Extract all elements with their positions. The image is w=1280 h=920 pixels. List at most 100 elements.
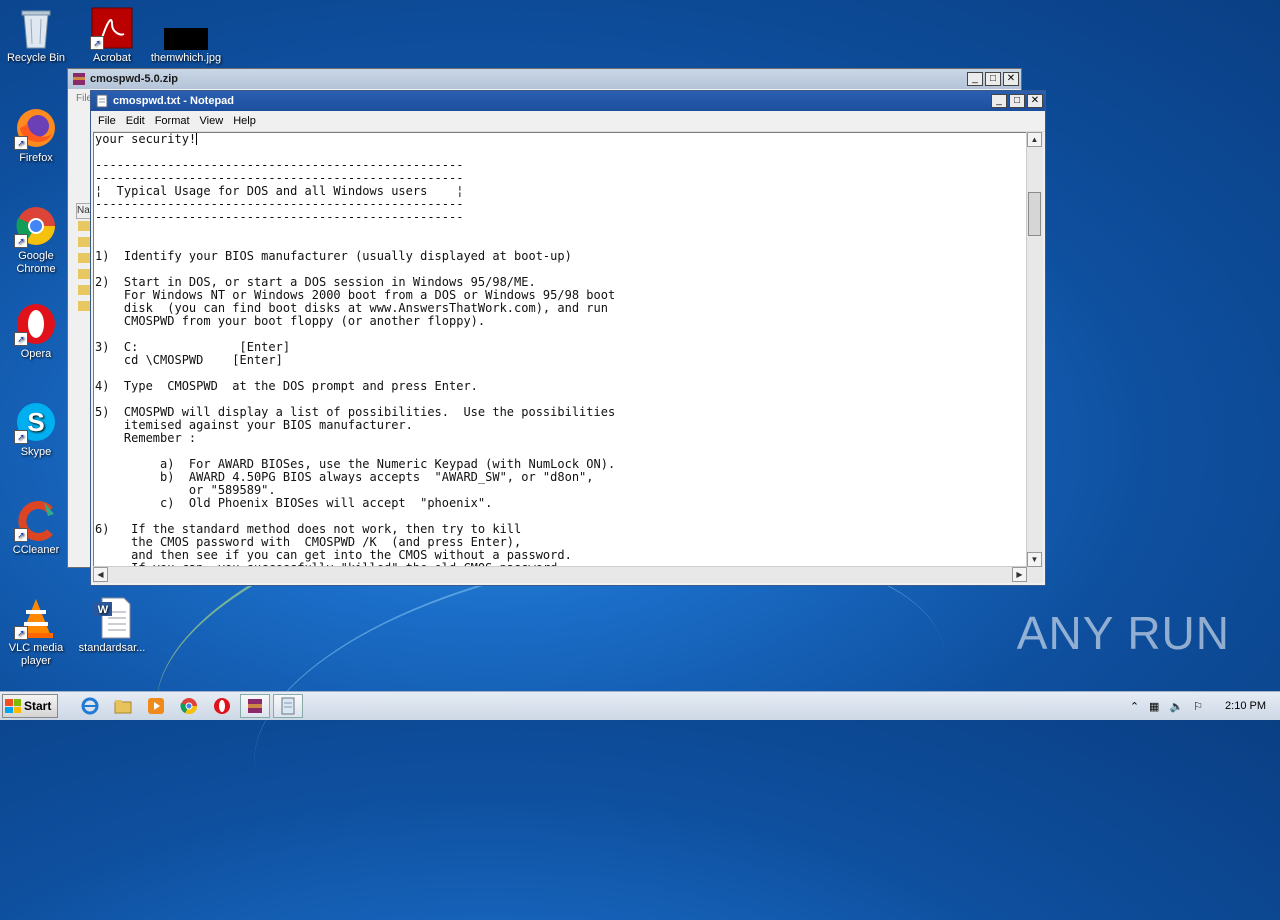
- taskbar-winrar[interactable]: [240, 694, 271, 718]
- text-line: disk (you can find boot disks at www.Ans…: [95, 301, 608, 315]
- desktop-icon-acrobat[interactable]: ➚ Acrobat: [76, 6, 148, 65]
- vertical-scroll-thumb[interactable]: [1028, 192, 1041, 236]
- text-line: c) Old Phoenix BIOSes will accept "phoen…: [95, 496, 493, 510]
- text-line: ----------------------------------------…: [95, 158, 464, 172]
- maximize-button[interactable]: □: [985, 72, 1001, 86]
- show-hidden-icons-icon[interactable]: ⌃: [1130, 700, 1139, 713]
- text-line: CMOSPWD from your boot floppy (or anothe…: [95, 314, 486, 328]
- taskbar-ie[interactable]: [75, 694, 105, 718]
- text-line: a) For AWARD BIOSes, use the Numeric Key…: [95, 457, 616, 471]
- word-document-icon: W: [90, 596, 134, 640]
- horizontal-scrollbar[interactable]: ◀ ▶: [93, 566, 1027, 583]
- volume-icon[interactable]: 🔈: [1169, 700, 1183, 713]
- windows-logo-icon: [5, 699, 21, 713]
- menu-edit[interactable]: Edit: [121, 115, 150, 127]
- desktop-icon-recycle-bin[interactable]: Recycle Bin: [0, 6, 72, 65]
- taskbar-chrome[interactable]: [174, 694, 204, 718]
- text-line: 5) CMOSPWD will display a list of possib…: [95, 405, 616, 419]
- text-line: ----------------------------------------…: [95, 210, 464, 224]
- maximize-button[interactable]: □: [1009, 94, 1025, 108]
- text-line: and then see if you can get into the CMO…: [95, 548, 572, 562]
- winrar-icon: [73, 73, 85, 85]
- shortcut-arrow-icon: ➚: [14, 528, 28, 542]
- text-line: For Windows NT or Windows 2000 boot from…: [95, 288, 616, 302]
- image-file-icon: [164, 6, 208, 52]
- desktop-icon-vlc[interactable]: ➚ VLC media player: [0, 596, 72, 668]
- vertical-scrollbar[interactable]: ▲ ▼: [1026, 132, 1043, 567]
- close-button[interactable]: ✕: [1003, 72, 1019, 86]
- taskbar-explorer[interactable]: [108, 694, 138, 718]
- desktop-icon-label: Opera: [20, 348, 52, 360]
- watermark-text: ANY RUN: [1016, 607, 1230, 659]
- desktop-icon-word-document[interactable]: W standardsar...: [76, 596, 148, 655]
- menu-help[interactable]: Help: [228, 115, 261, 127]
- opera-icon: ➚: [14, 302, 58, 346]
- svg-text:W: W: [98, 604, 109, 616]
- minimize-button[interactable]: _: [967, 72, 983, 86]
- system-tray: ⌃ ▦ 🔈 ⚐ 2:10 PM: [1130, 700, 1280, 713]
- zip-window-titlebar[interactable]: cmospwd-5.0.zip _ □ ✕: [68, 69, 1021, 89]
- network-icon[interactable]: ▦: [1149, 700, 1159, 713]
- chrome-icon: ➚: [14, 204, 58, 248]
- desktop-icon-label: Recycle Bin: [6, 52, 66, 64]
- text-line: the CMOS password with CMOSPWD /K (and p…: [95, 535, 522, 549]
- desktop-icon-opera[interactable]: ➚ Opera: [0, 302, 72, 361]
- acrobat-icon: ➚: [90, 6, 134, 50]
- text-line: itemised against your BIOS manufacturer.: [95, 418, 413, 432]
- taskbar-notepad[interactable]: [273, 694, 304, 718]
- zip-window-title: cmospwd-5.0.zip: [90, 73, 179, 85]
- notepad-window[interactable]: cmospwd.txt - Notepad _ □ ✕ File Edit Fo…: [90, 90, 1046, 586]
- scroll-right-button[interactable]: ▶: [1012, 567, 1027, 582]
- explorer-icon: [114, 700, 132, 714]
- text-line: ¦ Typical Usage for DOS and all Windows …: [95, 184, 464, 198]
- desktop-icon-label: themwhich.jpg: [150, 52, 222, 64]
- text-line: your security!: [95, 132, 197, 146]
- notepad-text-area[interactable]: your security! -------------------------…: [93, 132, 1027, 567]
- scroll-down-button[interactable]: ▼: [1027, 552, 1042, 567]
- menu-file[interactable]: File: [93, 115, 121, 127]
- desktop-icon-skype[interactable]: S ➚ Skype: [0, 400, 72, 459]
- text-cursor: [196, 133, 198, 145]
- text-line: 6) If the standard method does not work,…: [95, 522, 522, 536]
- skype-icon: S ➚: [14, 400, 58, 444]
- text-line: 1) Identify your BIOS manufacturer (usua…: [95, 249, 572, 263]
- text-line: 2) Start in DOS, or start a DOS session …: [95, 275, 536, 289]
- desktop-icon-label: Firefox: [19, 152, 53, 164]
- minimize-button[interactable]: _: [991, 94, 1007, 108]
- anyrun-watermark: ANY RUN: [1017, 606, 1230, 660]
- text-line: cd \CMOSPWD [Enter]: [95, 353, 283, 367]
- menu-view[interactable]: View: [195, 115, 229, 127]
- action-center-flag-icon[interactable]: ⚐: [1193, 700, 1203, 713]
- notepad-icon: [281, 697, 295, 715]
- notepad-menubar: File Edit Format View Help: [91, 111, 1045, 132]
- close-button[interactable]: ✕: [1027, 94, 1043, 108]
- shortcut-arrow-icon: ➚: [14, 136, 28, 150]
- shortcut-arrow-icon: ➚: [14, 234, 28, 248]
- ccleaner-icon: ➚: [14, 498, 58, 542]
- scroll-left-button[interactable]: ◀: [93, 567, 108, 582]
- shortcut-arrow-icon: ➚: [14, 430, 28, 444]
- desktop-icon-label: Skype: [20, 446, 52, 458]
- zip-folder-list: [78, 221, 90, 311]
- desktop-icon-ccleaner[interactable]: ➚ CCleaner: [0, 498, 72, 557]
- scroll-up-button[interactable]: ▲: [1027, 132, 1042, 147]
- text-line: Remember :: [95, 431, 197, 445]
- shortcut-arrow-icon: ➚: [14, 332, 28, 346]
- desktop-icon-label: CCleaner: [12, 544, 60, 556]
- chrome-icon: [180, 698, 198, 715]
- start-label: Start: [24, 699, 52, 713]
- desktop-icon-image-file[interactable]: themwhich.jpg: [150, 6, 222, 65]
- winrar-icon: [248, 699, 263, 713]
- desktop-icon-chrome[interactable]: ➚ Google Chrome: [0, 204, 72, 276]
- start-button[interactable]: Start: [2, 694, 59, 718]
- notepad-titlebar[interactable]: cmospwd.txt - Notepad _ □ ✕: [91, 91, 1045, 111]
- taskbar-media-player[interactable]: [141, 694, 171, 718]
- shortcut-arrow-icon: ➚: [90, 36, 104, 50]
- taskbar-opera[interactable]: [207, 694, 237, 718]
- desktop-icon-label: Acrobat: [93, 52, 131, 64]
- menu-format[interactable]: Format: [150, 115, 195, 127]
- resize-grip[interactable]: [1027, 567, 1043, 583]
- desktop-icon-firefox[interactable]: ➚ Firefox: [0, 106, 72, 165]
- svg-text:S: S: [27, 407, 44, 437]
- clock[interactable]: 2:10 PM: [1225, 700, 1266, 712]
